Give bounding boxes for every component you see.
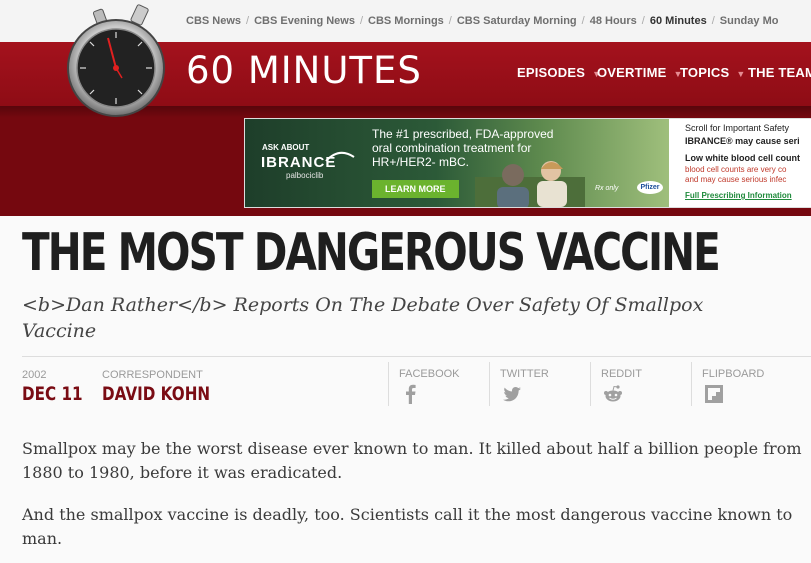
site-logo[interactable]: 60 MINUTES (186, 52, 422, 89)
separator: / (448, 15, 452, 27)
share-flipboard[interactable]: FLIPBOARD (691, 362, 792, 406)
reddit-icon (604, 385, 622, 402)
swoosh-icon (325, 151, 355, 162)
separator: / (641, 15, 645, 27)
separator: / (359, 15, 364, 27)
pfizer-logo: Pfizer (637, 181, 663, 194)
network-link-cbs-evening-news[interactable]: CBS Evening News (254, 15, 355, 27)
correspondent-label: CORRESPONDENT (102, 369, 203, 381)
nav-the-team[interactable]: THE TEAM (748, 65, 811, 80)
network-link-60-minutes[interactable]: 60 Minutes (650, 15, 707, 27)
flipboard-icon (705, 385, 723, 403)
ad-generic-name: palbociclib (286, 171, 324, 180)
nav-episodes[interactable]: EPISODES ▼ (517, 65, 601, 80)
article-dek: <b>Dan Rather</b> Reports On The Debate … (22, 294, 704, 342)
nav-label: EPISODES (517, 65, 586, 80)
article-paragraph: Smallpox may be the worst disease ever k… (22, 439, 802, 482)
advertisement[interactable]: ASK ABOUT IBRANCE palbociclib The #1 pre… (244, 118, 811, 208)
ad-photo (475, 161, 585, 207)
share-facebook[interactable]: FACEBOOK (388, 362, 489, 406)
learn-more-button[interactable]: LEARN MORE (372, 180, 459, 198)
twitter-icon (503, 387, 521, 402)
network-links: CBS News / CBS Evening News / CBS Mornings / C… (186, 15, 778, 27)
share-twitter[interactable]: TWITTER (489, 362, 590, 406)
nav-label: OVERTIME (597, 65, 667, 80)
ad-safety-line: Scroll for Important Safety (685, 123, 790, 133)
ad-headline-line: The #1 prescribed, FDA-approved (372, 127, 554, 141)
ad-creative[interactable]: ASK ABOUT IBRANCE palbociclib The #1 pre… (245, 119, 669, 207)
article-year: 2002 (22, 369, 47, 381)
facebook-icon (406, 384, 416, 404)
correspondent-name[interactable]: DAVID KOHN (102, 383, 210, 405)
ad-safety-line: IBRANCE® may cause seri (685, 136, 800, 146)
nav-overtime[interactable]: OVERTIME ▼ (597, 65, 683, 80)
separator: / (581, 15, 585, 27)
divider (22, 356, 811, 357)
network-link-cbs-saturday-morning[interactable]: CBS Saturday Morning (457, 15, 577, 27)
separator: / (711, 15, 715, 27)
network-link-sunday-morning[interactable]: Sunday Mo (720, 15, 779, 27)
network-link-cbs-mornings[interactable]: CBS Mornings (368, 15, 444, 27)
ad-safety-line: blood cell counts are very co (685, 165, 787, 174)
share-label: REDDIT (601, 368, 642, 380)
prescribing-info-link[interactable]: Full Prescribing Information (685, 191, 792, 200)
ad-ask-about: ASK ABOUT (262, 143, 310, 152)
share-reddit[interactable]: REDDIT (590, 362, 691, 406)
network-link-cbs-news[interactable]: CBS News (186, 15, 241, 27)
network-link-48-hours[interactable]: 48 Hours (590, 15, 637, 27)
nav-label: THE TEAM (748, 65, 811, 80)
chevron-down-icon: ▼ (736, 69, 746, 79)
article-date: DEC 11 (22, 383, 83, 405)
ad-rx-only: Rx only (595, 185, 619, 192)
ad-safety-line: and may cause serious infec (685, 175, 787, 184)
article-headline: THE MOST DANGEROUS VACCINE (22, 223, 721, 283)
share-label: FLIPBOARD (702, 368, 765, 380)
nav-topics[interactable]: TOPICS ▼ (680, 65, 745, 80)
ad-safety-info[interactable]: Scroll for Important Safety IBRANCE® may… (673, 119, 811, 207)
share-label: TWITTER (500, 368, 549, 380)
share-label: FACEBOOK (399, 368, 460, 380)
article-paragraph: And the smallpox vaccine is deadly, too.… (22, 505, 793, 548)
nav-label: TOPICS (680, 65, 730, 80)
ad-safety-line: Low white blood cell count (685, 153, 800, 163)
stopwatch-icon[interactable] (62, 2, 177, 120)
separator: / (246, 15, 250, 27)
